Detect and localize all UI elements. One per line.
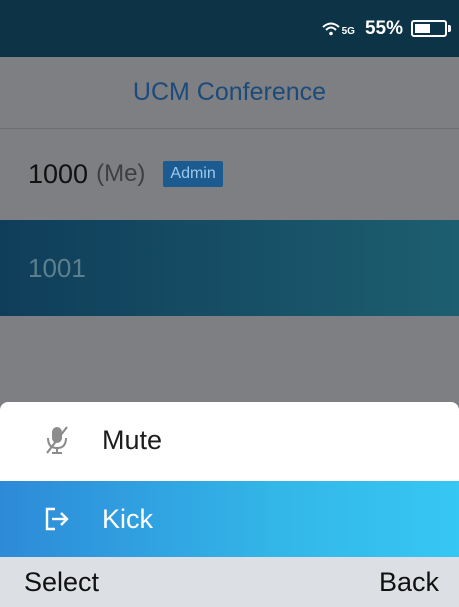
participant-number: 1001 [28,252,86,283]
participant-me-label: (Me) [96,160,146,187]
participant-row-me[interactable]: 1000 (Me) Admin [0,129,459,219]
network-type-label: 5G [341,26,355,37]
mic-muted-icon [42,425,72,455]
page-title: UCM Conference [132,78,327,106]
menu-item-kick[interactable]: Kick [0,481,459,557]
back-softkey[interactable]: Back [379,567,439,598]
participant-row-selected[interactable]: 1001 [0,220,459,316]
menu-item-mute[interactable]: Mute [0,402,459,478]
exit-icon [42,504,72,534]
menu-item-label: Mute [102,424,163,455]
participant-number: 1000 [28,158,89,189]
options-popup: Mute Kick [0,402,459,557]
select-softkey[interactable]: Select [24,567,99,598]
menu-item-label: Kick [102,503,154,534]
softkey-bar: Select Back [0,557,459,607]
battery-icon [411,20,451,37]
status-bar: 5G 55% [0,0,459,57]
battery-fill [415,24,431,33]
wifi-icon [321,22,340,35]
signal-indicator: 5G [321,20,355,37]
admin-badge: Admin [163,161,223,187]
title-bar: UCM Conference [0,57,459,129]
battery-percent: 55% [364,17,403,39]
